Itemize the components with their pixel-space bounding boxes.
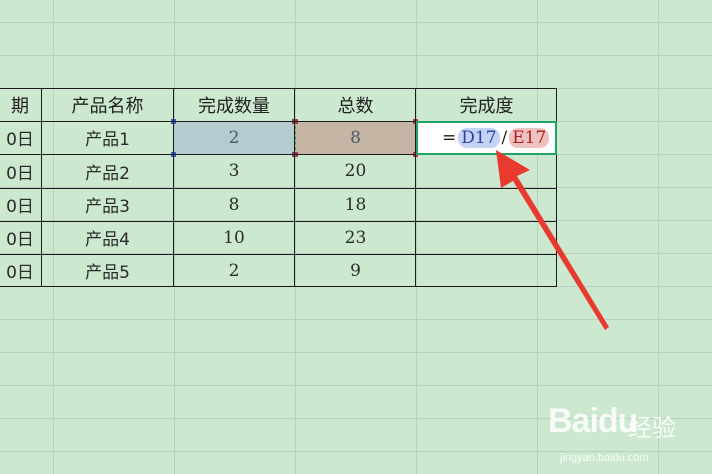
- watermark-logo: Baidu 经验 jingyan.baidu.com: [548, 394, 708, 470]
- watermark-brand: Baidu: [548, 402, 638, 440]
- watermark-name: 经验: [628, 414, 676, 442]
- arrow-shape: [496, 150, 609, 330]
- spreadsheet-grid[interactable]: 期 产品名称 完成数量 总数 完成度 0日 产品1 2 8 0日 产品2 3 2…: [0, 0, 712, 474]
- watermark-url: jingyan.baidu.com: [560, 452, 649, 464]
